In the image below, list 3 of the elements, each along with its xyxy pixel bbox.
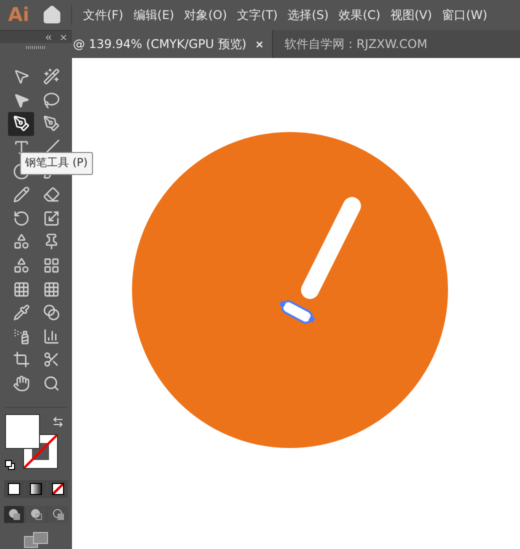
tooltip: 钢笔工具 (P) xyxy=(20,152,93,174)
tab-label: 软件自学网：RJZXW.COM xyxy=(284,36,428,53)
tab-label: @ 139.94% (CMYK/GPU 预览) xyxy=(73,36,246,53)
